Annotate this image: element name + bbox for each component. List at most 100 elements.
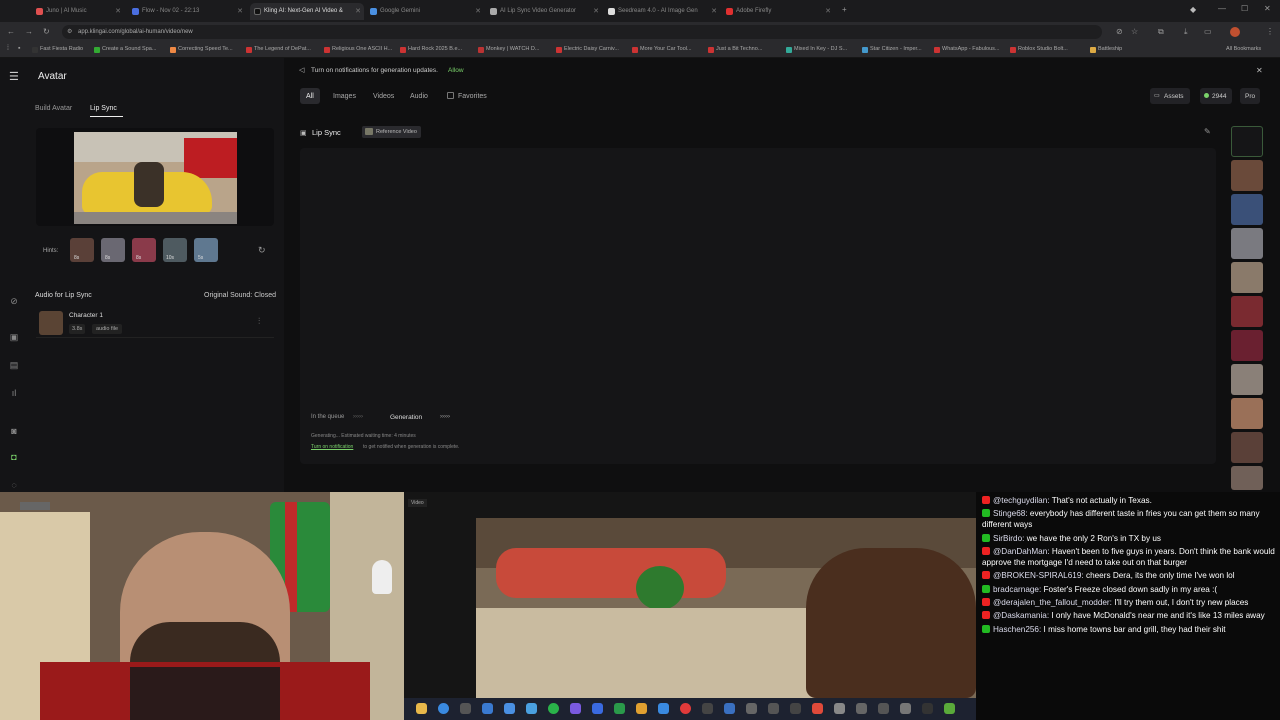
- bookmark-star-icon[interactable]: ☆: [1131, 27, 1138, 36]
- close-icon[interactable]: ✕: [355, 7, 361, 15]
- turn-on-notification-link[interactable]: Turn on notification: [311, 444, 353, 450]
- browser-tab[interactable]: Flow - Nov 02 - 22:13 ✕: [128, 3, 246, 20]
- file-explorer-icon[interactable]: [416, 703, 427, 714]
- bookmark-item[interactable]: Battleship: [1090, 46, 1122, 53]
- reference-video-tag[interactable]: Reference Video: [362, 126, 421, 138]
- close-icon[interactable]: ✕: [475, 7, 481, 15]
- app-icon[interactable]: [658, 703, 669, 714]
- app-icon[interactable]: [592, 703, 603, 714]
- browser-tab[interactable]: Juno | AI Music ✕: [32, 3, 124, 20]
- spotify-icon[interactable]: [548, 703, 559, 714]
- history-thumbnail[interactable]: [1231, 330, 1263, 361]
- tab-build-avatar[interactable]: Build Avatar: [35, 105, 72, 112]
- history-thumbnail[interactable]: [1231, 398, 1263, 429]
- app-icon[interactable]: [900, 703, 911, 714]
- close-icon[interactable]: ✕: [237, 7, 243, 15]
- bookmark-item[interactable]: Electric Daisy Carniv...: [556, 46, 619, 53]
- bookmark-item[interactable]: Star Citizen - Imper...: [862, 46, 922, 53]
- history-thumbnail[interactable]: [1231, 364, 1263, 395]
- original-sound-toggle[interactable]: Original Sound: Closed: [204, 292, 276, 299]
- close-icon[interactable]: ✕: [115, 7, 121, 15]
- browser-tab[interactable]: Adobe Firefly ✕: [722, 3, 834, 20]
- filter-images[interactable]: Images: [327, 88, 362, 104]
- app-icon[interactable]: [504, 703, 515, 714]
- app-icon[interactable]: [614, 703, 625, 714]
- app-icon[interactable]: [482, 703, 493, 714]
- filter-videos[interactable]: Videos: [367, 88, 400, 104]
- lip-sync-icon[interactable]: ◘: [9, 452, 19, 462]
- app-icon[interactable]: [746, 703, 757, 714]
- bookmark-item[interactable]: Monkey | WATCH D...: [478, 46, 539, 53]
- effects-icon[interactable]: ◌: [9, 480, 19, 490]
- app-icon[interactable]: [636, 703, 647, 714]
- app-icon[interactable]: [944, 703, 955, 714]
- bookmark-item[interactable]: More Your Car Tool...: [632, 46, 692, 53]
- new-tab-icon[interactable]: +: [842, 5, 847, 14]
- menu-dots-icon[interactable]: ⋮: [1266, 27, 1274, 36]
- reference-video-card[interactable]: [36, 128, 274, 226]
- avatar-icon[interactable]: ◙: [9, 426, 19, 436]
- profile-dot-icon[interactable]: ◆: [1190, 5, 1196, 14]
- explore-icon[interactable]: ⊘: [9, 296, 19, 306]
- app-icon[interactable]: [460, 703, 471, 714]
- reload-icon[interactable]: ↻: [43, 27, 50, 36]
- app-icon[interactable]: [856, 703, 867, 714]
- video-icon[interactable]: ▤: [9, 360, 19, 370]
- sidepanel-icon[interactable]: ▭: [1204, 27, 1212, 36]
- browser-tab-active[interactable]: Kling AI: Next-Gen AI Video & ✕: [250, 3, 364, 20]
- browser-tab[interactable]: Seedream 4.0 - AI Image Gen ✕: [604, 3, 720, 20]
- hamburger-menu-icon[interactable]: ☰: [9, 70, 19, 83]
- audio-item[interactable]: Character 1 3.8s audio file ⫶: [36, 308, 274, 338]
- app-icon[interactable]: [878, 703, 889, 714]
- bookmark-item[interactable]: Hard Rock 2025 B.e...: [400, 46, 462, 53]
- forward-icon[interactable]: →: [25, 27, 33, 36]
- pro-button[interactable]: Pro: [1240, 88, 1261, 104]
- chrome-icon[interactable]: [680, 703, 691, 714]
- history-thumbnail[interactable]: [1231, 160, 1263, 191]
- history-thumbnail[interactable]: [1231, 296, 1263, 327]
- edge-icon[interactable]: [438, 703, 449, 714]
- all-bookmarks[interactable]: All Bookmarks: [1226, 46, 1261, 52]
- close-icon[interactable]: ✕: [825, 7, 831, 15]
- app-icon[interactable]: [724, 703, 735, 714]
- bookmark-folder-icon[interactable]: ▪: [18, 45, 20, 52]
- browser-tab[interactable]: Google Gemini ✕: [366, 3, 484, 20]
- filter-favorites[interactable]: Favorites: [452, 88, 493, 104]
- bookmark-item[interactable]: Create a Sound Spa...: [94, 46, 156, 53]
- site-info-icon[interactable]: ⚙: [67, 28, 72, 35]
- credits-badge[interactable]: 2944: [1200, 88, 1233, 104]
- history-thumbnail[interactable]: [1231, 262, 1263, 293]
- app-icon[interactable]: [570, 703, 581, 714]
- filter-audio[interactable]: Audio: [404, 88, 434, 104]
- app-icon[interactable]: [526, 703, 537, 714]
- close-icon[interactable]: ✕: [1256, 66, 1263, 75]
- refresh-icon[interactable]: ↻: [258, 245, 266, 256]
- extension-icon[interactable]: ⊘: [1116, 27, 1123, 36]
- bookmark-item[interactable]: Religious One ASCII H...: [324, 46, 392, 53]
- bookmark-item[interactable]: Just a Bit Techno...: [708, 46, 762, 53]
- close-icon[interactable]: ✕: [711, 7, 717, 15]
- maximize-icon[interactable]: ☐: [1241, 4, 1248, 13]
- back-icon[interactable]: ←: [7, 27, 15, 36]
- app-icon[interactable]: [702, 703, 713, 714]
- allow-notifications-link[interactable]: Allow: [448, 67, 464, 74]
- bookmark-item[interactable]: The Legend of DePat...: [246, 46, 311, 53]
- audio-icon[interactable]: ıl: [9, 388, 19, 398]
- audio-settings-icon[interactable]: ⫶: [258, 316, 260, 327]
- bookmark-item[interactable]: Mixed In Key - DJ S...: [786, 46, 847, 53]
- bookmark-item[interactable]: WhatsApp - Fabulous...: [934, 46, 999, 53]
- app-icon[interactable]: [812, 703, 823, 714]
- window-close-icon[interactable]: ✕: [1264, 4, 1271, 13]
- history-thumbnail[interactable]: [1231, 228, 1263, 259]
- history-thumbnail[interactable]: [1231, 466, 1263, 490]
- bookmark-item[interactable]: Roblox Studio Bolt...: [1010, 46, 1068, 53]
- history-thumbnail[interactable]: [1231, 194, 1263, 225]
- avatar[interactable]: [1230, 27, 1240, 37]
- apps-icon[interactable]: ⁞: [7, 45, 9, 52]
- extensions-icon[interactable]: ⧉: [1158, 27, 1164, 37]
- browser-tab[interactable]: AI Lip Sync Video Generator ✕: [486, 3, 602, 20]
- assets-button[interactable]: ▭ Assets: [1150, 88, 1190, 104]
- edit-icon[interactable]: ✎: [1204, 127, 1211, 136]
- app-icon[interactable]: [790, 703, 801, 714]
- app-icon[interactable]: [922, 703, 933, 714]
